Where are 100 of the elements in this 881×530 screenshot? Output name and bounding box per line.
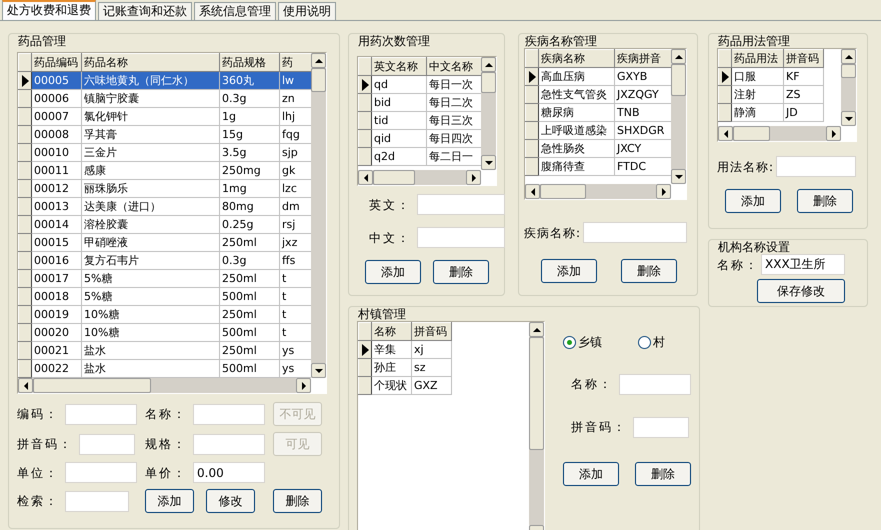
- input-field[interactable]: [776, 156, 856, 178]
- column-header[interactable]: 英文名称: [372, 58, 426, 76]
- input-field[interactable]: XXX卫生所: [761, 254, 845, 276]
- column-header[interactable]: 药品用法: [732, 50, 784, 68]
- input-field[interactable]: [65, 490, 129, 512]
- horizontal-scrollbar[interactable]: [525, 184, 671, 200]
- scroll-up-button[interactable]: [671, 49, 686, 64]
- tab[interactable]: 记账查询和还款: [98, 2, 192, 20]
- scroll-up-button[interactable]: [481, 57, 496, 72]
- button[interactable]: 删除: [797, 189, 853, 214]
- column-header[interactable]: 拼音码: [784, 50, 824, 68]
- button[interactable]: 删除: [621, 259, 677, 284]
- row-header[interactable]: [526, 158, 538, 176]
- scroll-down-button[interactable]: [671, 169, 686, 184]
- scroll-thumb[interactable]: [373, 170, 415, 186]
- row-header[interactable]: [18, 90, 32, 108]
- input-field[interactable]: [417, 227, 505, 248]
- button[interactable]: 添加: [563, 462, 619, 486]
- row-header[interactable]: [18, 324, 32, 342]
- scroll-right-button[interactable]: [466, 170, 481, 186]
- horizontal-scrollbar[interactable]: [18, 378, 311, 394]
- button[interactable]: 删除: [433, 260, 489, 284]
- scroll-left-button[interactable]: [18, 378, 33, 394]
- scroll-thumb[interactable]: [671, 64, 686, 96]
- row-header[interactable]: [18, 270, 32, 288]
- input-field[interactable]: 0.00: [193, 462, 265, 484]
- scroll-thumb[interactable]: [841, 64, 856, 78]
- scroll-up-button[interactable]: [311, 53, 326, 68]
- scroll-thumb[interactable]: [529, 337, 544, 450]
- row-header[interactable]: [18, 342, 32, 360]
- button[interactable]: 删除: [273, 489, 322, 514]
- column-header[interactable]: 中文名称: [426, 58, 481, 76]
- button[interactable]: 修改: [206, 489, 255, 514]
- row-header[interactable]: [18, 126, 32, 144]
- tab[interactable]: 使用说明: [278, 2, 336, 20]
- button[interactable]: 添加: [365, 260, 421, 284]
- scroll-up-button[interactable]: [841, 49, 856, 64]
- row-header[interactable]: [18, 306, 32, 324]
- vertical-scrollbar[interactable]: [841, 49, 856, 126]
- horizontal-scrollbar[interactable]: [358, 170, 481, 186]
- column-header[interactable]: 药: [280, 54, 311, 72]
- row-header[interactable]: [718, 86, 732, 104]
- row-header[interactable]: [358, 130, 372, 148]
- scroll-up-button[interactable]: [529, 322, 544, 338]
- scroll-right-button[interactable]: [296, 378, 311, 394]
- input-field[interactable]: [65, 404, 137, 425]
- input-field[interactable]: [65, 462, 137, 484]
- scroll-thumb[interactable]: [311, 68, 326, 92]
- vertical-scrollbar[interactable]: [481, 57, 496, 170]
- input-field[interactable]: [583, 222, 688, 244]
- input-field[interactable]: [417, 194, 505, 216]
- column-header[interactable]: 药品编码: [32, 54, 82, 72]
- row-header[interactable]: [18, 288, 32, 306]
- row-header[interactable]: [18, 180, 32, 198]
- scroll-thumb[interactable]: [33, 378, 152, 394]
- row-header[interactable]: [718, 104, 732, 122]
- horizontal-scrollbar[interactable]: [718, 126, 841, 142]
- row-header[interactable]: [18, 234, 32, 252]
- button[interactable]: 添加: [145, 489, 194, 514]
- row-header[interactable]: [358, 112, 372, 130]
- row-header[interactable]: [358, 376, 372, 395]
- row-header[interactable]: [358, 94, 372, 112]
- row-header[interactable]: [526, 104, 538, 122]
- tab[interactable]: 系统信息管理: [194, 2, 276, 20]
- input-field[interactable]: [193, 404, 265, 425]
- scroll-down-button[interactable]: [841, 111, 856, 126]
- scroll-thumb[interactable]: [481, 72, 496, 94]
- button[interactable]: 保存修改: [757, 279, 845, 304]
- scroll-thumb[interactable]: [540, 184, 586, 200]
- input-field[interactable]: [79, 434, 135, 455]
- input-field[interactable]: [633, 416, 689, 438]
- column-header[interactable]: 名称: [372, 322, 412, 341]
- input-field[interactable]: [619, 374, 691, 395]
- vertical-scrollbar[interactable]: [311, 53, 326, 378]
- scroll-left-button[interactable]: [358, 170, 373, 186]
- scroll-thumb[interactable]: [733, 126, 770, 142]
- button[interactable]: 删除: [635, 462, 691, 486]
- radio-button[interactable]: 村: [638, 335, 665, 350]
- row-header[interactable]: [18, 108, 32, 126]
- scroll-down-button[interactable]: [481, 155, 496, 170]
- input-field[interactable]: [193, 434, 265, 455]
- radio-button[interactable]: 乡镇: [563, 335, 602, 350]
- row-header[interactable]: [358, 358, 372, 377]
- row-header[interactable]: [526, 140, 538, 158]
- scroll-left-button[interactable]: [525, 184, 540, 200]
- row-header[interactable]: [358, 148, 372, 166]
- row-header[interactable]: [18, 144, 32, 162]
- row-header[interactable]: [18, 360, 32, 378]
- vertical-scrollbar[interactable]: [529, 322, 544, 530]
- row-header[interactable]: [18, 252, 32, 270]
- column-header[interactable]: 药品名称: [82, 54, 220, 72]
- scroll-right-button[interactable]: [826, 126, 841, 142]
- row-header[interactable]: [18, 198, 32, 216]
- scroll-down-button[interactable]: [311, 363, 326, 378]
- vertical-scrollbar[interactable]: [671, 49, 686, 184]
- column-header[interactable]: 疾病名称: [538, 50, 614, 68]
- row-header[interactable]: [526, 86, 538, 104]
- row-header[interactable]: [18, 162, 32, 180]
- button[interactable]: 添加: [541, 259, 597, 284]
- column-header[interactable]: 药品规格: [220, 54, 280, 72]
